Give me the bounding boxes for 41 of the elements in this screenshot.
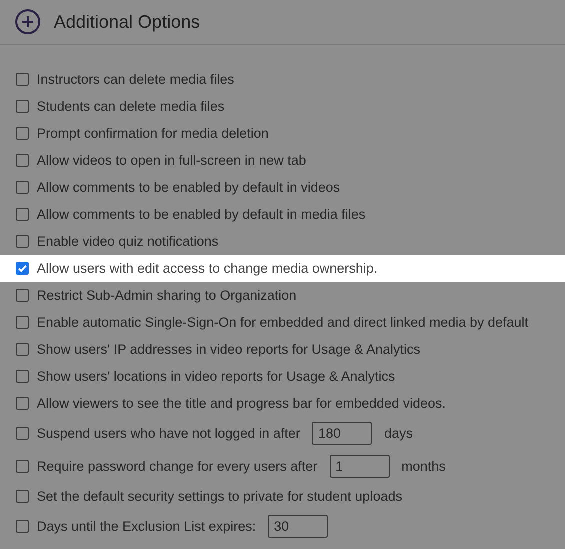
option-label: Show users' IP addresses in video reports for Usage & Analytics — [37, 342, 421, 357]
option-label: Enable video quiz notifications — [37, 234, 219, 249]
unit-label: days — [384, 426, 413, 441]
option-label: Allow users with edit access to change media ownership. — [37, 261, 378, 276]
checkbox[interactable] — [16, 343, 29, 356]
option-label: Set the default security settings to private for student uploads — [37, 489, 402, 504]
option-label: Show users' locations in video reports for Usage & Analytics — [37, 369, 396, 384]
checkbox[interactable] — [16, 370, 29, 383]
checkbox[interactable] — [16, 427, 29, 440]
add-icon[interactable] — [15, 9, 41, 35]
option-label: Allow viewers to see the title and progress bar for embedded videos. — [37, 396, 446, 411]
checkbox[interactable] — [16, 235, 29, 248]
checkbox[interactable] — [16, 154, 29, 167]
checkbox[interactable] — [16, 490, 29, 503]
option-label: Days until the Exclusion List expires: — [37, 519, 256, 534]
unit-label: months — [402, 459, 446, 474]
checkbox[interactable] — [16, 289, 29, 302]
option-label: Allow comments to be enabled by default in media files — [37, 207, 366, 222]
checkbox[interactable] — [16, 397, 29, 410]
option-label: Allow comments to be enabled by default in videos — [37, 180, 340, 195]
option-label: Require password change for every users after — [37, 459, 318, 474]
checkbox[interactable] — [16, 520, 29, 533]
checkbox[interactable] — [16, 460, 29, 473]
section-title: Additional Options — [54, 12, 200, 32]
checkbox[interactable] — [16, 127, 29, 140]
checkbox[interactable] — [16, 73, 29, 86]
option-label: Instructors can delete media files — [37, 72, 234, 87]
checkbox[interactable] — [16, 316, 29, 329]
checkbox[interactable] — [16, 208, 29, 221]
checkbox[interactable] — [16, 262, 29, 275]
option-label: Suspend users who have not logged in after — [37, 426, 300, 441]
number-field[interactable]: 1 — [330, 455, 390, 478]
option-label: Restrict Sub-Admin sharing to Organization — [37, 288, 297, 303]
option-label: Students can delete media files — [37, 99, 225, 114]
checkbox[interactable] — [16, 181, 29, 194]
checkbox[interactable] — [16, 100, 29, 113]
number-field[interactable]: 180 — [312, 422, 372, 445]
number-field[interactable]: 30 — [268, 515, 328, 538]
option-label: Enable automatic Single-Sign-On for embedded and direct linked media by default — [37, 315, 529, 330]
option-label: Allow videos to open in full-screen in new tab — [37, 153, 306, 168]
option-label: Prompt confirmation for media deletion — [37, 126, 269, 141]
